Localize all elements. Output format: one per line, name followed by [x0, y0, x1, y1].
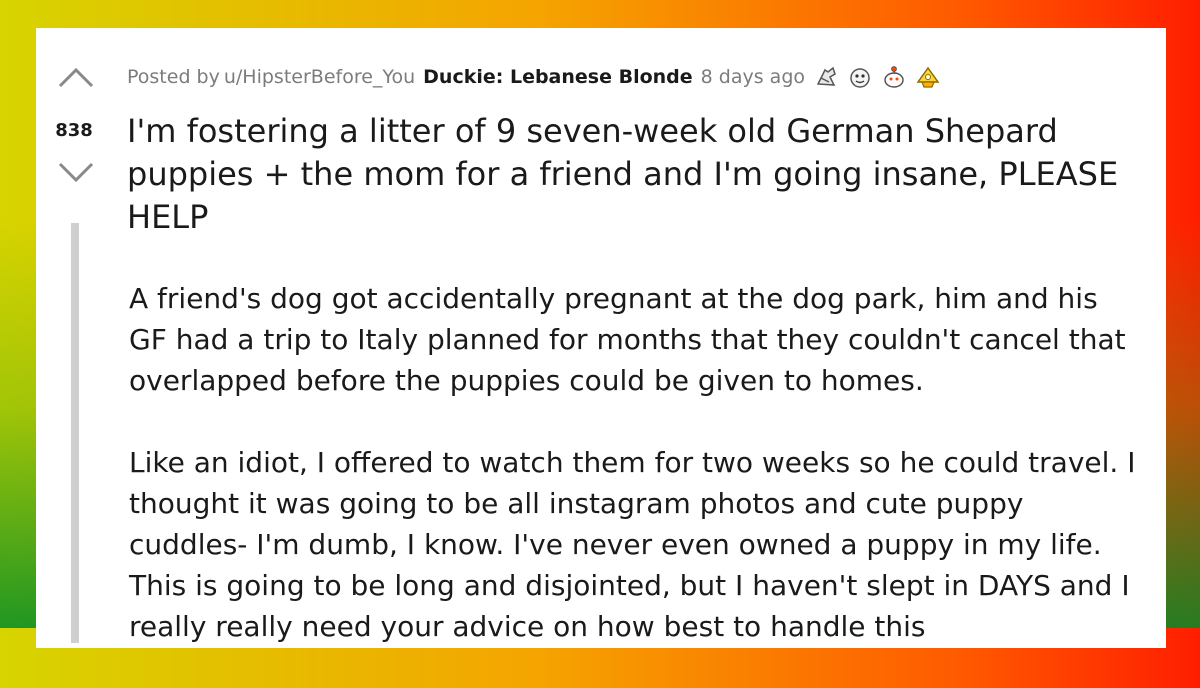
post-meta: Posted by u/HipsterBefore_You Duckie: Le…	[127, 62, 941, 92]
upvote-arrow-icon[interactable]	[58, 66, 94, 88]
vote-score: 838	[55, 120, 93, 141]
post-paragraph: A friend's dog got accidentally pregnant…	[129, 282, 1126, 397]
post-paragraph: Like an idiot, I offered to watch them f…	[129, 446, 1136, 643]
reddit-post-card: 838 Posted by u/HipsterBefore_You Duckie…	[36, 28, 1166, 648]
user-flair: Duckie: Lebanese Blonde	[423, 66, 693, 88]
posted-by-label: Posted by	[127, 66, 220, 88]
post-title[interactable]: I'm fostering a litter of 9 seven-week o…	[127, 110, 1162, 239]
author-link[interactable]: u/HipsterBefore_You	[224, 66, 415, 88]
award-icon-2[interactable]	[847, 64, 873, 90]
thread-collapse-line[interactable]	[71, 223, 79, 643]
downvote-arrow-icon[interactable]	[58, 162, 94, 184]
post-body: A friend's dog got accidentally pregnant…	[129, 278, 1139, 688]
post-age: 8 days ago	[700, 66, 806, 88]
award-icon-4[interactable]	[915, 64, 941, 90]
award-icon-1[interactable]	[813, 64, 839, 90]
award-icon-3[interactable]	[881, 64, 907, 90]
